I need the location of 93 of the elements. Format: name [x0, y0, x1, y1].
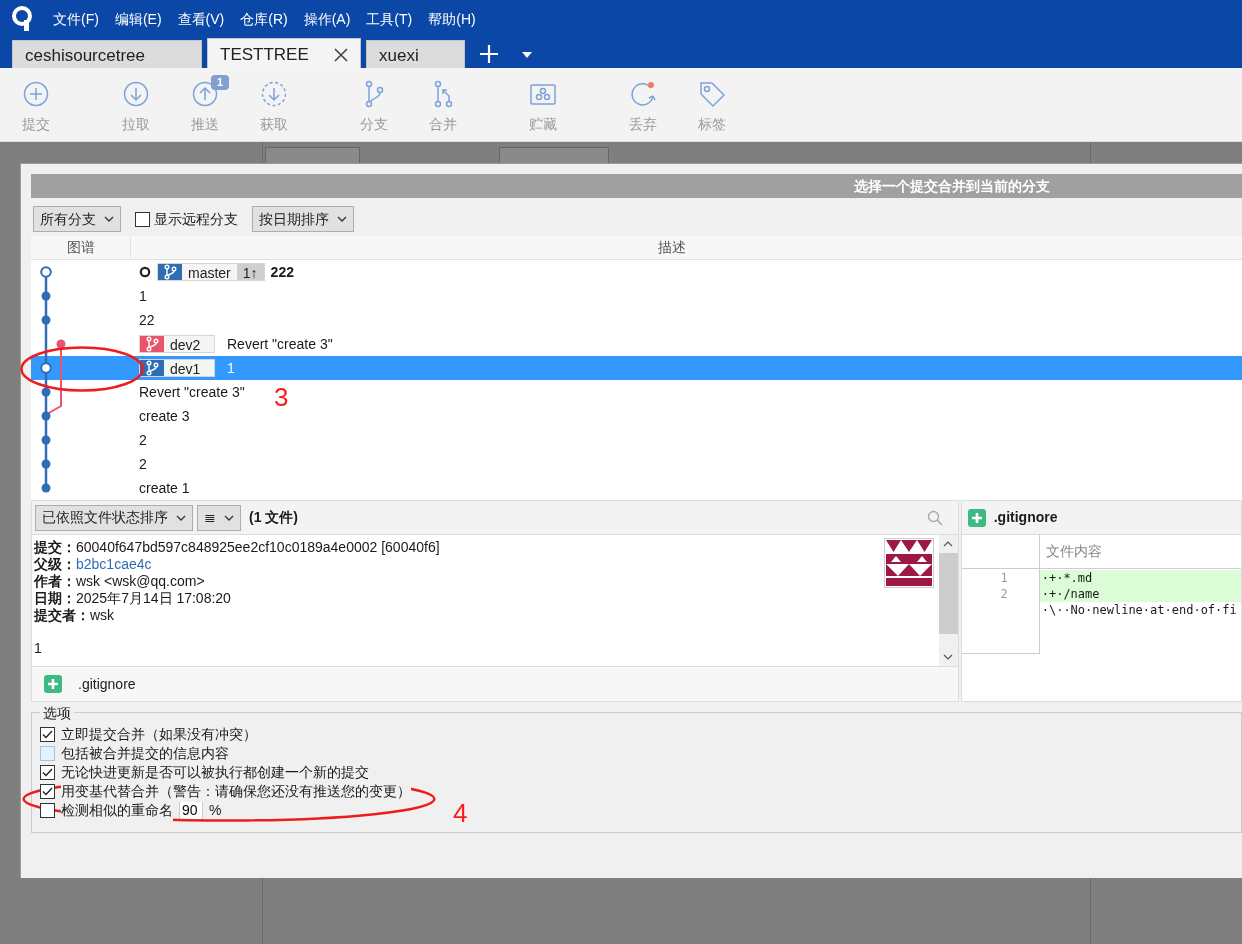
line-number: 1	[999, 570, 1009, 586]
branch-label[interactable]: dev2	[139, 335, 215, 353]
commit-node	[40, 362, 52, 374]
fetch-icon	[260, 80, 288, 108]
column-header[interactable]: 描述	[131, 237, 1242, 258]
menu-item[interactable]: 查看(V)	[177, 8, 225, 30]
commit-message[interactable]: 22	[139, 309, 155, 331]
field-value: 60040f647bd597c848925ee2cf10c0189a4e0002 [60040f6]	[76, 539, 440, 556]
file-count: (1 文件)	[249, 508, 298, 527]
dialog-title: 选择一个提交合并到当前的分支	[31, 174, 1242, 198]
field-label: 作者：	[34, 573, 76, 590]
menu-item[interactable]: 操作(A)	[303, 8, 351, 30]
menu-item[interactable]: 工具(T)	[366, 8, 413, 30]
branch-label[interactable]: dev1	[139, 359, 215, 377]
add-tab-icon[interactable]	[479, 44, 499, 64]
commit-message[interactable]: create 3	[139, 405, 190, 427]
field-value: 2025年7月14日 17:08:20	[76, 590, 231, 607]
commit-message[interactable]: 222	[270, 261, 294, 283]
commit-message[interactable]: Revert "create 3"	[227, 333, 333, 355]
field-value: wsk <wsk@qq.com>	[76, 573, 205, 590]
head-marker-icon	[139, 266, 151, 278]
pull-icon	[122, 80, 150, 108]
commit-row[interactable]: dev1 1	[31, 356, 1242, 380]
avatar-icon	[883, 538, 934, 588]
column-header: 文件内容	[1045, 542, 1102, 561]
push-icon	[191, 80, 219, 108]
menu-item[interactable]: 编辑(E)	[114, 8, 162, 30]
diff-file-name: .gitignore	[993, 508, 1058, 527]
commit-icon	[22, 80, 50, 108]
check-icon	[42, 768, 53, 777]
commit-message[interactable]: create 1	[139, 477, 190, 499]
commit-node	[41, 315, 51, 325]
field-label: 日期：	[34, 590, 76, 607]
chevron-icon	[104, 216, 114, 222]
commit-message[interactable]: Revert "create 3"	[139, 381, 245, 403]
commit-node	[40, 266, 52, 278]
field-label: 提交者：	[34, 607, 90, 624]
line-number: 2	[999, 586, 1009, 602]
view-mode-dropdown[interactable]: ≣	[197, 504, 241, 531]
menu-item[interactable]: 帮助(H)	[428, 8, 476, 30]
commit-node	[41, 435, 51, 445]
branch-dropdown[interactable]: 所有分支	[33, 206, 121, 232]
repo-tab[interactable]: TESTTREE	[207, 38, 361, 68]
checkbox[interactable]	[40, 727, 55, 742]
sort-dropdown[interactable]: 按日期排序	[252, 206, 354, 232]
commit-message[interactable]: 2	[139, 429, 147, 451]
commit-node	[41, 387, 51, 397]
chevron-icon	[224, 514, 234, 521]
branch-icon	[145, 360, 159, 376]
branch-icon	[163, 264, 177, 280]
scrollbar[interactable]	[938, 535, 958, 666]
app-logo-icon	[12, 6, 34, 32]
menu-item[interactable]: 仓库(R)	[240, 8, 288, 30]
commit-node	[41, 411, 51, 421]
commit-node	[41, 291, 51, 301]
chevron-icon	[337, 216, 347, 222]
checkbox[interactable]	[40, 765, 55, 780]
menu-item[interactable]: 文件(F)	[53, 8, 99, 30]
sort-dropdown[interactable]: 已依照文件状态排序	[35, 504, 193, 531]
commit-node	[56, 339, 66, 349]
column-header[interactable]: 图谱	[31, 237, 131, 258]
added-file-icon	[44, 675, 62, 693]
branch-icon	[145, 336, 159, 352]
dropdown-icon[interactable]	[522, 52, 532, 58]
annotation-number: 4	[453, 800, 468, 826]
diff-line: ·\··No·newline·at·end·of·fi	[1040, 602, 1238, 618]
check-icon	[42, 730, 53, 739]
commit-message[interactable]: 1	[139, 285, 147, 307]
repo-tab[interactable]: xuexi	[366, 40, 465, 68]
count-badge: 1	[211, 75, 230, 90]
file-row[interactable]: .gitignore	[32, 666, 958, 701]
scroll-down-icon[interactable]	[943, 654, 954, 660]
field-label: 父级：	[34, 556, 76, 573]
commit-body: 1	[34, 640, 43, 657]
tag-icon	[698, 80, 726, 108]
repo-tab[interactable]: ceshisourcetree	[12, 40, 202, 68]
annotation-number: 3	[274, 384, 289, 410]
parent-commit-link[interactable]: b2bc1cae4c	[76, 556, 152, 573]
checkbox-label[interactable]: 显示远程分支	[154, 208, 238, 230]
chevron-icon	[176, 514, 186, 521]
commit-message: 1	[227, 358, 235, 378]
added-file-icon	[967, 508, 986, 527]
commit-node	[41, 483, 51, 493]
scroll-up-icon[interactable]	[943, 541, 954, 547]
commit-node	[41, 459, 51, 469]
discard-icon	[629, 80, 657, 108]
commit-message[interactable]: 2	[139, 453, 147, 475]
checkbox-label[interactable]: 包括被合并提交的信息内容	[61, 743, 229, 764]
field-value: wsk	[90, 607, 115, 624]
close-icon[interactable]	[334, 47, 348, 62]
field-label: 提交：	[34, 539, 76, 556]
branch-label[interactable]: master 1↑	[157, 263, 265, 281]
checkbox[interactable]	[135, 211, 150, 227]
